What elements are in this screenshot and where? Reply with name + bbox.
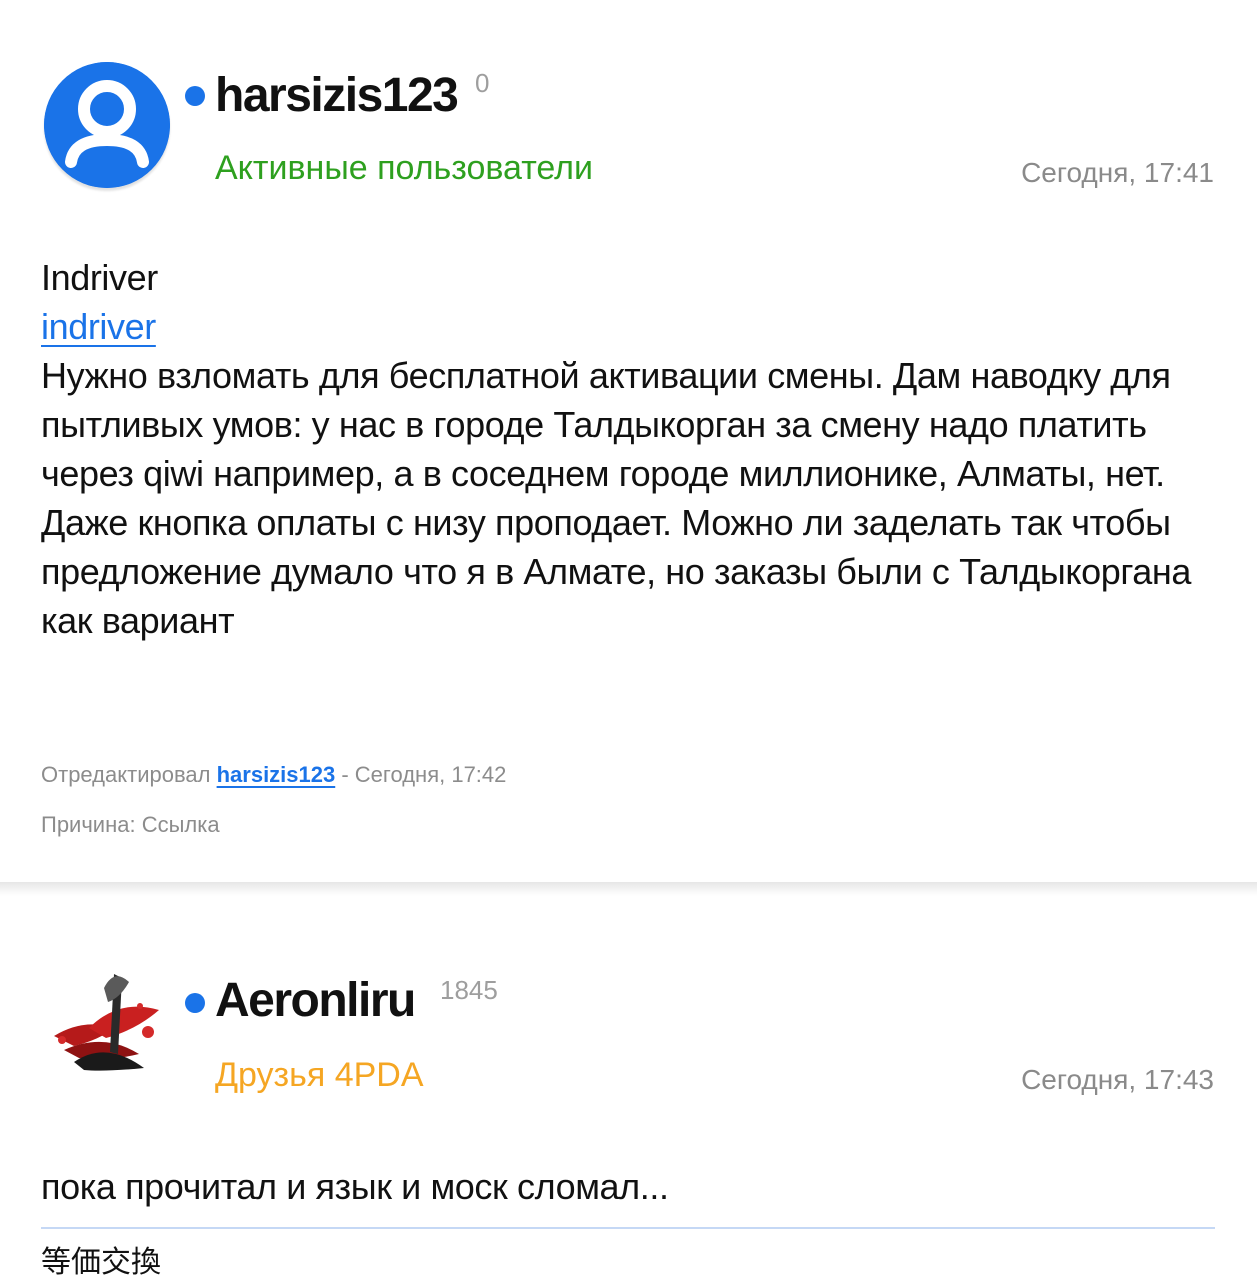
online-status-dot (185, 86, 205, 106)
post-separator (0, 882, 1257, 896)
post-harsizis123: harsizis123 0 Активные пользователи Сего… (0, 0, 1257, 882)
edit-reason: Причина: Ссылка (41, 812, 220, 837)
post-body: Indriver indriver Нужно взломать для бес… (41, 253, 1216, 645)
user-group: Активные пользователи (215, 149, 594, 187)
author-nickname[interactable]: harsizis123 (215, 72, 459, 120)
user-group: Друзья 4PDA (215, 1056, 424, 1094)
post-link[interactable]: indriver (41, 306, 156, 347)
edit-time: - Сегодня, 17:42 (341, 762, 507, 787)
post-title-line: Indriver (41, 257, 158, 298)
editor-link[interactable]: harsizis123 (217, 762, 336, 787)
post-text: Нужно взломать для бесплатной активации … (41, 355, 1192, 641)
post-time: Сегодня, 17:41 (1021, 157, 1214, 188)
reputation-count[interactable]: 1845 (440, 977, 498, 1003)
online-status-dot (185, 993, 205, 1013)
signature-text: 等価交換 (41, 1245, 161, 1280)
author-nickname[interactable]: Aeronliru (215, 977, 416, 1025)
post-time: Сегодня, 17:43 (1021, 1064, 1214, 1095)
edit-info: Отредактировал harsizis123 - Сегодня, 17… (41, 764, 506, 786)
post-body: пока прочитал и язык и моск сломал... (41, 1166, 669, 1207)
reputation-count[interactable]: 0 (475, 70, 489, 96)
signature-divider (41, 1227, 1215, 1229)
artwork-avatar-icon[interactable] (44, 958, 170, 1084)
default-user-avatar-icon[interactable] (44, 62, 170, 188)
edit-prefix: Отредактировал (41, 762, 211, 787)
topic-page: harsizis123 0 Активные пользователи Сего… (0, 0, 1257, 1280)
